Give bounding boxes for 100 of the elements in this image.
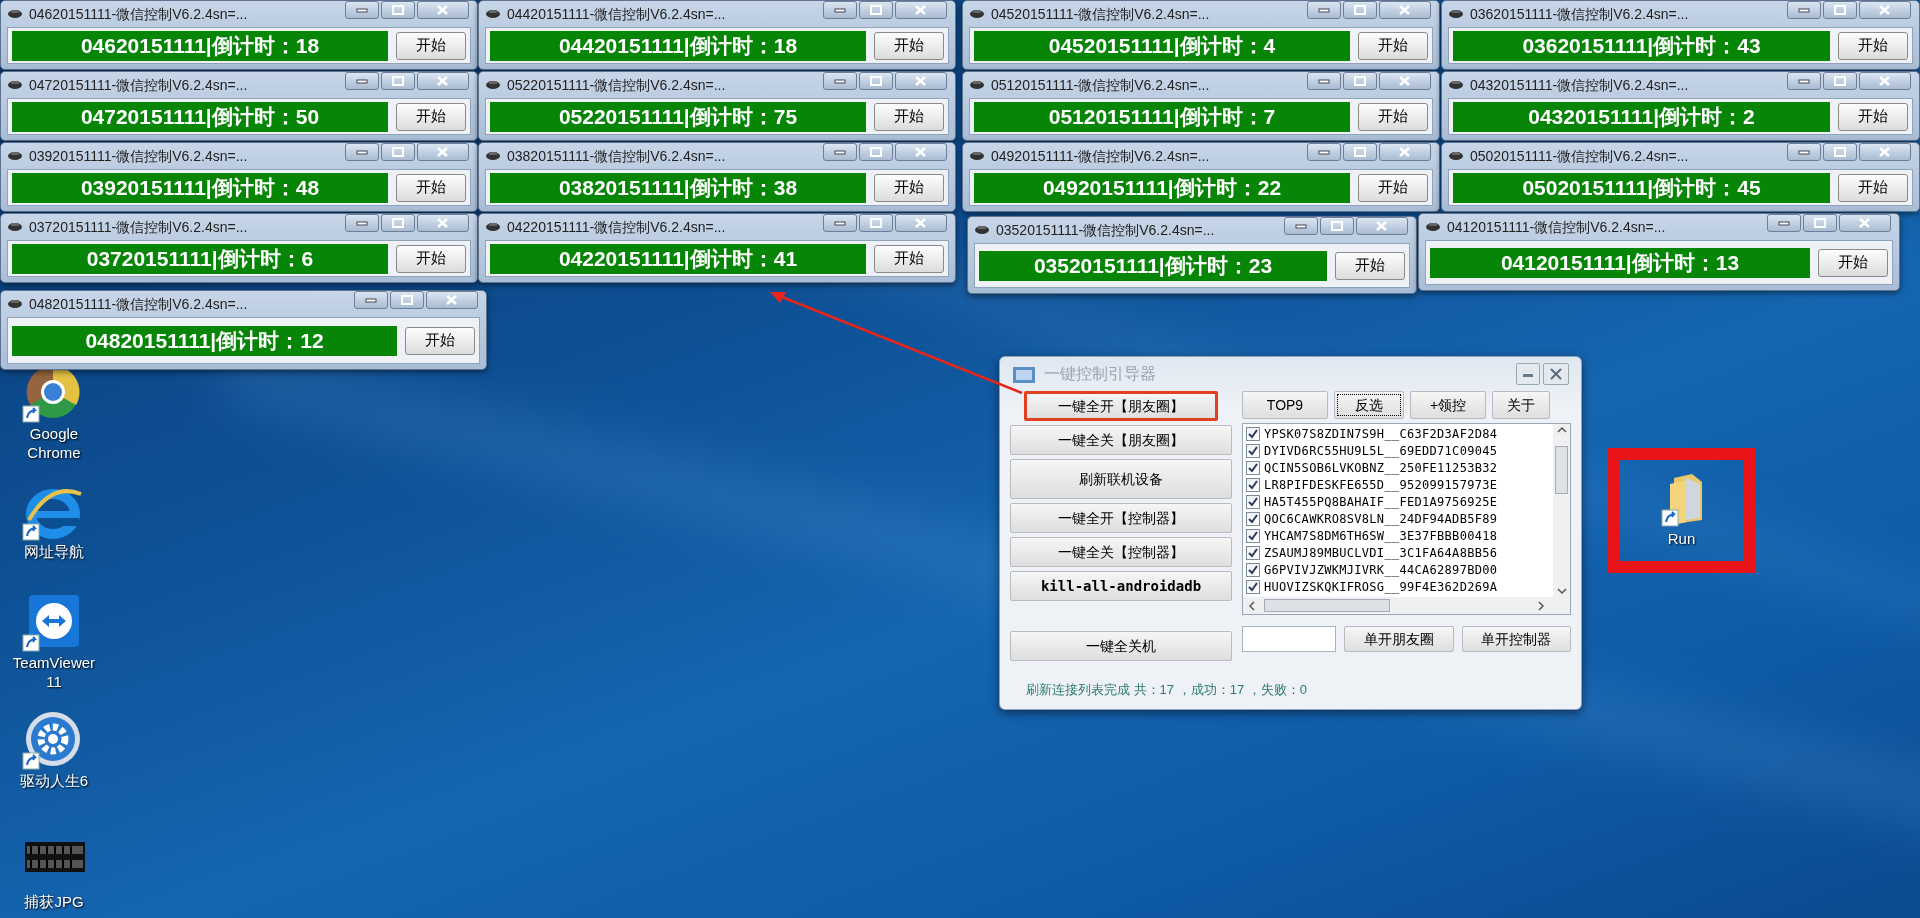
checkbox[interactable] [1246,545,1260,560]
toolbar-button[interactable]: +领控 [1410,391,1486,419]
command-button[interactable]: kill-all-androidadb [1010,571,1232,601]
checkbox[interactable] [1246,426,1260,441]
maximize-button[interactable] [381,1,415,19]
device-id[interactable]: LR8PIFDESKFE655D__952099157973E [1264,475,1498,494]
maximize-button[interactable] [859,1,893,19]
command-button[interactable]: 一键全开【控制器】 [1010,503,1232,533]
start-button[interactable]: 开始 [1358,102,1428,131]
device-id[interactable]: HUOVIZSKQKIFROSG__99F4E362D269A [1264,577,1498,596]
minimize-button[interactable] [1516,363,1540,385]
toolbar-button[interactable]: 关于 [1492,391,1550,419]
minimize-button[interactable] [823,1,857,19]
minimize-button[interactable] [823,143,857,161]
minimize-button[interactable] [1307,72,1341,90]
shutdown-button[interactable]: 一键全关机 [1010,631,1232,661]
checkbox[interactable] [1246,562,1260,577]
start-button[interactable]: 开始 [396,244,466,273]
device-id[interactable]: YHCAM7S8DM6TH6SW__3E37FBBB00418 [1264,526,1498,545]
close-button[interactable] [1379,143,1431,161]
maximize-button[interactable] [1823,72,1857,90]
start-button[interactable]: 开始 [874,102,944,131]
maximize-button[interactable] [1803,214,1837,232]
checkbox[interactable] [1246,477,1260,492]
close-button[interactable] [1379,1,1431,19]
maximize-button[interactable] [859,143,893,161]
minimize-button[interactable] [1787,72,1821,90]
close-button[interactable] [1859,72,1911,90]
command-button[interactable]: 刷新联机设备 [1010,459,1232,499]
input-field[interactable] [1242,626,1336,652]
start-button[interactable]: 开始 [874,173,944,202]
maximize-button[interactable] [1343,72,1377,90]
scrollbar-thumb[interactable] [1264,599,1390,612]
maximize-button[interactable] [381,143,415,161]
maximize-button[interactable] [1823,1,1857,19]
close-button[interactable] [1543,363,1569,385]
device-id[interactable]: DYIVD6RC55HU9L5L__69EDD71C09045 [1264,441,1498,460]
maximize-button[interactable] [859,72,893,90]
minimize-button[interactable] [823,72,857,90]
start-button[interactable]: 开始 [1818,248,1888,277]
close-button[interactable] [426,291,478,309]
icon-label[interactable]: 捕获JPG [4,892,104,911]
device-id[interactable]: ZSAUMJ89MBUCLVDI__3C1FA64A8BB56 [1264,543,1498,562]
device-id[interactable]: YPSK07S8ZDIN7S9H__C63F2D3AF2D84 [1264,424,1498,443]
maximize-button[interactable] [1823,143,1857,161]
close-button[interactable] [895,214,947,232]
maximize-button[interactable] [1343,1,1377,19]
close-button[interactable] [895,1,947,19]
maximize-button[interactable] [1320,217,1354,235]
icon-label[interactable]: Run [1667,528,1696,551]
command-button[interactable]: 一键全开【朋友圈】 [1024,391,1218,421]
close-button[interactable] [1356,217,1408,235]
minimize-button[interactable] [1787,1,1821,19]
maximize-button[interactable] [1343,143,1377,161]
start-button[interactable]: 开始 [1335,251,1405,280]
maximize-button[interactable] [381,72,415,90]
start-button[interactable]: 开始 [1358,31,1428,60]
maximize-button[interactable] [381,214,415,232]
start-button[interactable]: 开始 [1838,102,1908,131]
minimize-button[interactable] [1307,1,1341,19]
close-button[interactable] [1379,72,1431,90]
start-button[interactable]: 开始 [1358,173,1428,202]
start-button[interactable]: 开始 [396,173,466,202]
minimize-button[interactable] [345,143,379,161]
start-button[interactable]: 开始 [1838,173,1908,202]
minimize-button[interactable] [1787,143,1821,161]
horizontal-scrollbar[interactable] [1243,597,1570,614]
start-button[interactable]: 开始 [874,31,944,60]
start-button[interactable]: 开始 [396,31,466,60]
close-button[interactable] [417,72,469,90]
close-button[interactable] [1859,1,1911,19]
minimize-button[interactable] [1767,214,1801,232]
checkbox[interactable] [1246,511,1260,526]
start-button[interactable]: 开始 [396,102,466,131]
device-id[interactable]: QOC6CAWKRO8SV8LN__24DF94ADB5F89 [1264,509,1498,528]
icon-label[interactable]: 驱动人生6 [4,771,104,790]
close-button[interactable] [895,143,947,161]
close-button[interactable] [417,214,469,232]
icon-label[interactable]: TeamViewer 11 [4,653,104,691]
minimize-button[interactable] [345,1,379,19]
command-button[interactable]: 一键全关【朋友圈】 [1010,425,1232,455]
start-button[interactable]: 开始 [405,326,475,355]
device-id[interactable]: G6PVIVJZWKMJIVRK__44CA62897BD00 [1264,560,1498,579]
start-button[interactable]: 开始 [1838,31,1908,60]
checkbox[interactable] [1246,494,1260,509]
minimize-button[interactable] [823,214,857,232]
checkbox[interactable] [1246,528,1260,543]
close-button[interactable] [1839,214,1891,232]
close-button[interactable] [895,72,947,90]
checkbox[interactable] [1246,579,1260,594]
toolbar-button[interactable]: 反选 [1334,391,1404,419]
action-button[interactable]: 单开控制器 [1461,626,1571,652]
maximize-button[interactable] [859,214,893,232]
icon-label[interactable]: 网址导航 [4,542,104,561]
device-id[interactable]: HA5T455PQ8BAHAIF__FED1A9756925E [1264,492,1498,511]
start-button[interactable]: 开始 [874,244,944,273]
action-button[interactable]: 单开朋友圈 [1344,626,1454,652]
minimize-button[interactable] [354,291,388,309]
close-button[interactable] [417,1,469,19]
vertical-scrollbar[interactable] [1553,424,1570,597]
